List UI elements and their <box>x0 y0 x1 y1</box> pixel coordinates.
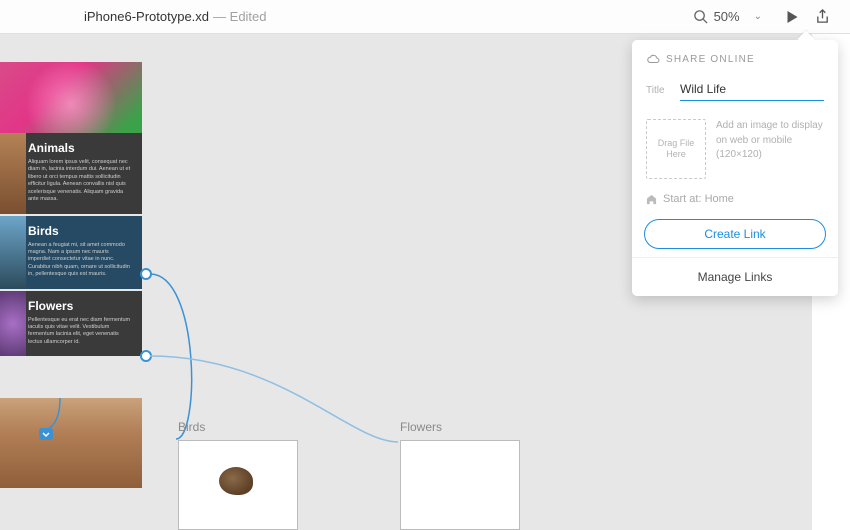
title-input[interactable]: Wild Life <box>680 82 824 101</box>
artboard-flowers[interactable]: Flowers <box>400 420 520 530</box>
image-dropzone[interactable]: Drag File Here <box>646 119 706 179</box>
section-title: Flowers <box>28 299 132 313</box>
chevron-down-icon: ⌄ <box>754 11 762 22</box>
artboard-frame <box>400 440 520 530</box>
zoom-control[interactable]: 50% ⌄ <box>693 9 762 24</box>
artboard-label: Birds <box>178 420 298 434</box>
section-title: Birds <box>28 224 132 238</box>
dropzone-hint: Add an image to display on web or mobile… <box>716 119 824 179</box>
cloud-icon <box>646 52 660 66</box>
topbar: iPhone6-Prototype.xd — Edited 50% ⌄ <box>0 0 850 34</box>
thumb-animals <box>0 133 26 214</box>
section-body: Aenean a feugiat mi, sit amet commodo ma… <box>28 242 132 279</box>
search-icon <box>693 9 708 24</box>
share-online-panel: SHARE ONLINE Title Wild Life Drag File H… <box>632 40 838 296</box>
manage-links-button[interactable]: Manage Links <box>632 257 838 296</box>
start-at-row[interactable]: Start at: Home <box>632 185 838 213</box>
artboard-birds[interactable]: Birds <box>178 420 298 530</box>
title-label: Title <box>646 85 680 96</box>
zoom-level: 50% <box>714 9 740 24</box>
artboard-frame <box>178 440 298 530</box>
artboard-label: Flowers <box>400 420 520 434</box>
share-panel-heading: SHARE ONLINE <box>632 40 838 74</box>
hero-image <box>0 62 142 133</box>
share-button[interactable] <box>807 5 838 28</box>
file-status: — Edited <box>213 9 266 24</box>
home-icon <box>646 194 657 205</box>
play-button[interactable] <box>778 6 807 28</box>
detail-image-animals <box>0 398 142 488</box>
section-body: Pellentesque eu erat nec diam fermentum … <box>28 317 132 347</box>
artboard-home[interactable]: Animals Aliquam lorem ipsus velit, conse… <box>0 62 142 488</box>
thumb-birds <box>0 216 26 289</box>
play-icon <box>786 10 799 24</box>
section-title: Animals <box>28 141 132 155</box>
section-birds[interactable]: Birds Aenean a feugiat mi, sit amet comm… <box>0 216 142 289</box>
create-link-button[interactable]: Create Link <box>644 219 826 249</box>
section-body: Aliquam lorem ipsus velit, consequat nec… <box>28 159 132 204</box>
section-flowers[interactable]: Flowers Pellentesque eu erat nec diam fe… <box>0 291 142 357</box>
file-title: iPhone6-Prototype.xd <box>84 9 209 24</box>
thumb-flowers <box>0 291 26 357</box>
section-animals[interactable]: Animals Aliquam lorem ipsus velit, conse… <box>0 133 142 214</box>
share-icon <box>815 9 830 24</box>
